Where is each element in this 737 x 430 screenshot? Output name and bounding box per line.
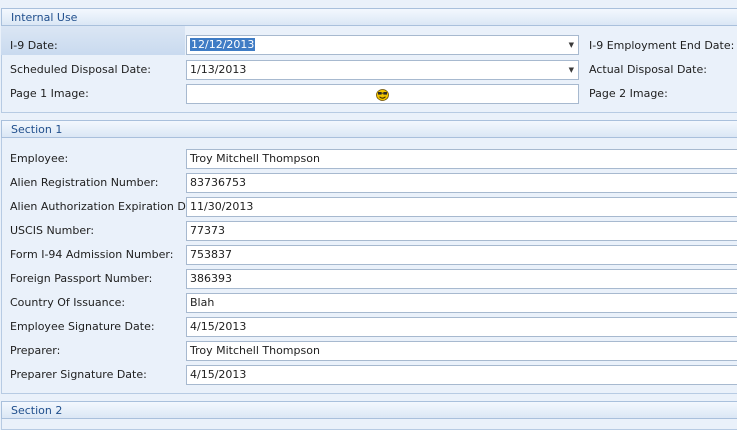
employee-signature-date-label: Employee Signature Date: — [10, 320, 155, 333]
actual-disposal-label: Actual Disposal Date: — [589, 63, 707, 76]
scheduled-disposal-value: 1/13/2013 — [190, 63, 247, 76]
internal-use-header[interactable]: Internal Use — [1, 8, 737, 26]
section2-title: Section 2 — [11, 404, 63, 417]
country-of-issuance-field[interactable]: Blah — [186, 293, 737, 313]
i9-date-value: 12/12/2013 — [190, 38, 256, 51]
section1-header[interactable]: Section 1 — [1, 120, 737, 138]
country-of-issuance-label: Country Of Issuance: — [10, 296, 126, 309]
i9-date-label: I-9 Date: — [10, 39, 58, 52]
i94-admission-value: 753837 — [190, 248, 232, 261]
internal-use-title: Internal Use — [11, 11, 78, 24]
employee-signature-date-value: 4/15/2013 — [190, 320, 247, 333]
section2-panel — [1, 419, 737, 430]
country-of-issuance-value: Blah — [190, 296, 215, 309]
section2-header[interactable]: Section 2 — [1, 401, 737, 419]
alien-registration-value: 83736753 — [190, 176, 246, 189]
employee-label: Employee: — [10, 152, 69, 165]
scheduled-disposal-combo[interactable]: 1/13/2013 ▼ — [186, 60, 579, 80]
foreign-passport-value: 386393 — [190, 272, 232, 285]
uscis-number-label: USCIS Number: — [10, 224, 95, 237]
employee-signature-date-field[interactable]: 4/15/2013 — [186, 317, 737, 337]
alien-authorization-expiration-value: 11/30/2013 — [190, 200, 254, 213]
i94-admission-field[interactable]: 753837 — [186, 245, 737, 265]
chevron-down-icon[interactable]: ▼ — [569, 36, 574, 54]
alien-authorization-expiration-field[interactable]: 11/30/2013 — [186, 197, 737, 217]
i9-employment-end-label: I-9 Employment End Date: — [589, 39, 735, 52]
employee-value: Troy Mitchell Thompson — [190, 152, 320, 165]
alien-registration-label: Alien Registration Number: — [10, 176, 159, 189]
i94-admission-label: Form I-94 Admission Number: — [10, 248, 174, 261]
alien-authorization-expiration-label: Alien Authorization Expiration Date: — [10, 200, 208, 213]
employee-field[interactable]: Troy Mitchell Thompson — [186, 149, 737, 169]
chevron-down-icon[interactable]: ▼ — [569, 61, 574, 79]
preparer-signature-date-value: 4/15/2013 — [190, 368, 247, 381]
preparer-field[interactable]: Troy Mitchell Thompson — [186, 341, 737, 361]
preparer-signature-date-label: Preparer Signature Date: — [10, 368, 147, 381]
page2-image-label: Page 2 Image: — [589, 87, 668, 100]
foreign-passport-label: Foreign Passport Number: — [10, 272, 153, 285]
preparer-label: Preparer: — [10, 344, 61, 357]
preparer-value: Troy Mitchell Thompson — [190, 344, 320, 357]
page1-image-field[interactable] — [186, 84, 579, 104]
page1-image-label: Page 1 Image: — [10, 87, 89, 100]
smiley-face-icon — [376, 89, 389, 101]
foreign-passport-field[interactable]: 386393 — [186, 269, 737, 289]
preparer-signature-date-field[interactable]: 4/15/2013 — [186, 365, 737, 385]
uscis-number-field[interactable]: 77373 — [186, 221, 737, 241]
uscis-number-value: 77373 — [190, 224, 225, 237]
scheduled-disposal-label: Scheduled Disposal Date: — [10, 63, 152, 76]
alien-registration-field[interactable]: 83736753 — [186, 173, 737, 193]
i9-date-combo[interactable]: 12/12/2013 ▼ — [186, 35, 579, 55]
section1-title: Section 1 — [11, 123, 63, 136]
